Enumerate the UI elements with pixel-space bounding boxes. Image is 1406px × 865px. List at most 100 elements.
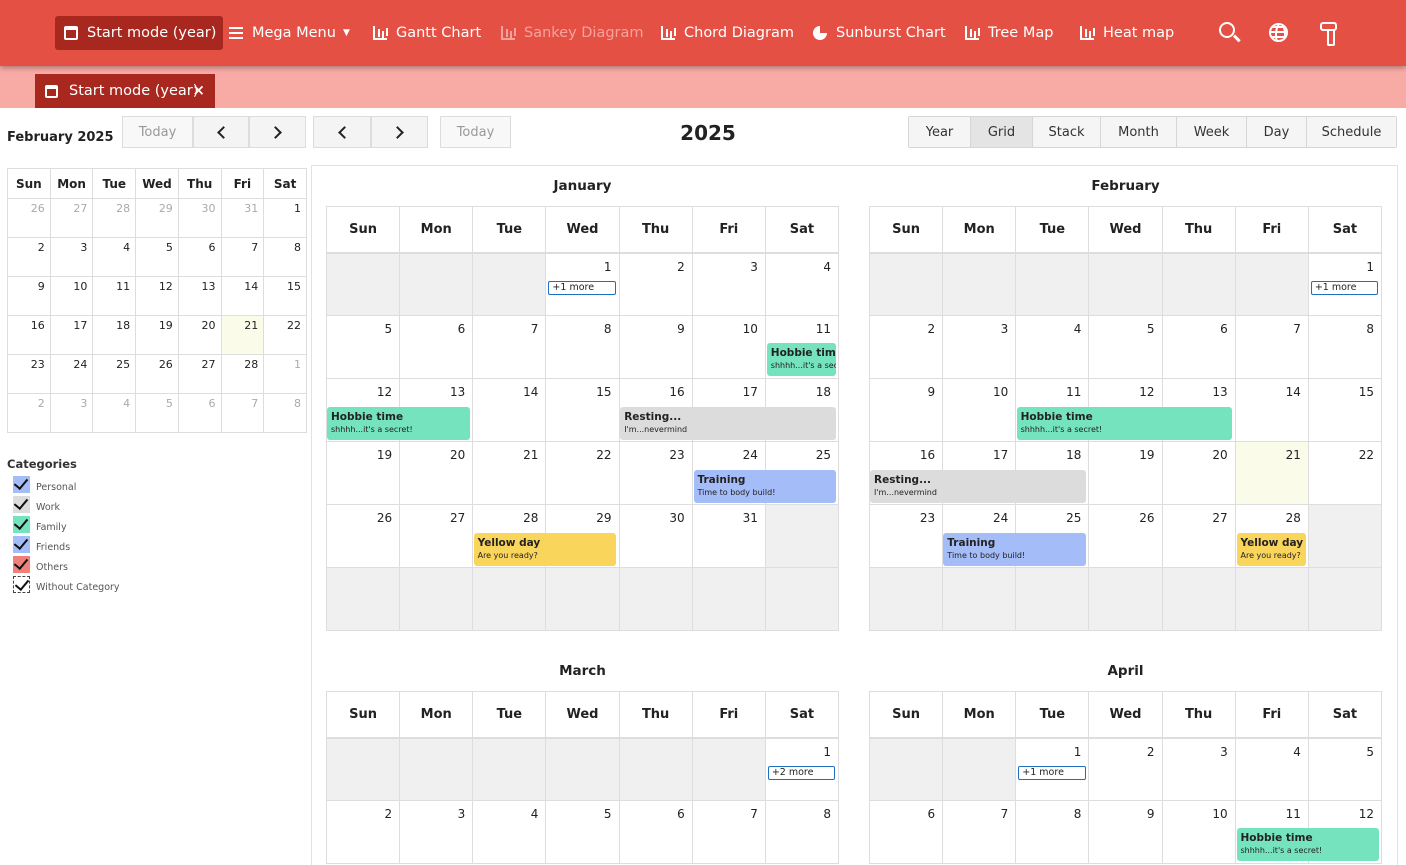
empty-day-cell[interactable]	[325, 737, 401, 801]
day-cell[interactable]: 10	[691, 315, 766, 379]
day-cell[interactable]: 7	[691, 800, 766, 864]
view-year-button[interactable]: Year	[909, 117, 971, 147]
nav-sunburst-chart[interactable]: Sunburst Chart	[813, 16, 946, 50]
mini-day-cell[interactable]: 24	[49, 354, 94, 394]
day-cell[interactable]: 26	[1088, 504, 1163, 568]
empty-day-cell[interactable]	[472, 567, 547, 631]
category-friends[interactable]: Friends	[13, 535, 70, 553]
mini-day-cell[interactable]: 16	[7, 315, 51, 355]
empty-day-cell[interactable]	[1307, 567, 1383, 631]
day-cell[interactable]: 1 +2 more	[764, 737, 840, 801]
mini-prev-button[interactable]	[193, 116, 249, 148]
event-block[interactable]: Hobbie timeshhhh...it's a secret!	[1016, 406, 1233, 440]
mini-day-cell[interactable]: 12	[135, 276, 179, 316]
empty-day-cell[interactable]	[545, 737, 620, 801]
event-block[interactable]: Yellow day Are you ready?	[473, 533, 617, 567]
day-cell[interactable]: 3	[691, 252, 766, 316]
mini-day-cell[interactable]: 25	[92, 354, 137, 394]
mini-day-cell[interactable]: 6	[177, 237, 222, 277]
empty-day-cell[interactable]	[1307, 504, 1383, 568]
tab-start-mode[interactable]: Start mode (year) ×	[35, 74, 215, 108]
day-cell[interactable]: 7	[1234, 315, 1309, 379]
checkbox-checked-icon[interactable]	[13, 496, 30, 513]
mini-day-cell[interactable]: 27	[49, 198, 94, 238]
view-grid-button[interactable]: Grid	[971, 117, 1033, 147]
category-personal[interactable]: Personal	[13, 475, 76, 493]
mini-day-cell[interactable]: 7	[220, 237, 265, 277]
mini-day-cell[interactable]: 3	[49, 393, 94, 433]
empty-day-cell[interactable]	[399, 567, 474, 631]
more-events-button[interactable]: +1 more	[1018, 765, 1086, 780]
empty-day-cell[interactable]	[325, 567, 401, 631]
empty-day-cell[interactable]	[764, 567, 840, 631]
day-cell[interactable]: 23	[618, 441, 693, 505]
day-cell[interactable]: 7	[472, 315, 547, 379]
day-cell[interactable]: 6	[1161, 315, 1236, 379]
day-cell[interactable]: 5	[1307, 737, 1383, 801]
day-cell[interactable]: 8	[1015, 800, 1090, 864]
empty-day-cell[interactable]	[1088, 567, 1163, 631]
empty-day-cell[interactable]	[1015, 252, 1090, 316]
checkbox-checked-icon[interactable]	[13, 556, 30, 573]
mini-today-button[interactable]: Today	[122, 116, 193, 148]
mini-day-cell[interactable]: 8	[263, 393, 307, 433]
day-cell[interactable]: 5	[1088, 315, 1163, 379]
empty-day-cell[interactable]	[399, 252, 474, 316]
empty-day-cell[interactable]	[1234, 252, 1309, 316]
day-cell[interactable]: 6	[618, 800, 693, 864]
category-others[interactable]: Others	[13, 555, 68, 573]
mini-day-cell[interactable]: 29	[135, 198, 179, 238]
mini-day-cell[interactable]: 15	[263, 276, 307, 316]
nav-mega-menu[interactable]: Mega Menu ▼	[229, 16, 350, 50]
mini-day-cell[interactable]: 31	[220, 198, 265, 238]
more-events-button[interactable]: +2 more	[767, 765, 836, 780]
empty-day-cell[interactable]	[472, 737, 547, 801]
day-cell[interactable]: 10	[942, 378, 1017, 442]
day-cell[interactable]: 22	[545, 441, 620, 505]
day-cell[interactable]: 1 +1 more	[1307, 252, 1383, 316]
day-cell[interactable]: 2	[868, 315, 944, 379]
nav-heat-map[interactable]: Heat map	[1080, 16, 1174, 50]
view-month-button[interactable]: Month	[1101, 117, 1177, 147]
next-button[interactable]	[371, 116, 428, 148]
empty-day-cell[interactable]	[618, 737, 693, 801]
mini-day-cell[interactable]: 3	[49, 237, 94, 277]
empty-day-cell[interactable]	[1161, 567, 1236, 631]
day-cell[interactable]: 6	[399, 315, 474, 379]
mini-day-cell[interactable]: 20	[177, 315, 222, 355]
view-stack-button[interactable]: Stack	[1033, 117, 1101, 147]
day-cell[interactable]: 8	[764, 800, 840, 864]
day-cell[interactable]: 7	[942, 800, 1017, 864]
search-button[interactable]	[1217, 20, 1243, 46]
day-cell[interactable]: 2	[1088, 737, 1163, 801]
day-cell[interactable]: 9	[618, 315, 693, 379]
empty-day-cell[interactable]	[472, 252, 547, 316]
nav-gantt-chart[interactable]: Gantt Chart	[373, 16, 481, 50]
mini-day-cell[interactable]: 2	[7, 237, 51, 277]
day-cell[interactable]: 21	[1234, 441, 1309, 505]
view-day-button[interactable]: Day	[1247, 117, 1307, 147]
day-cell[interactable]: 20	[1161, 441, 1236, 505]
nav-chord-diagram[interactable]: Chord Diagram	[661, 16, 794, 50]
day-cell[interactable]: 2	[325, 800, 401, 864]
day-cell[interactable]: 19	[325, 441, 401, 505]
day-cell[interactable]: 6	[868, 800, 944, 864]
category-without-category[interactable]: Without Category	[13, 575, 120, 593]
mini-day-cell[interactable]: 11	[92, 276, 137, 316]
mini-day-cell[interactable]: 21	[220, 315, 265, 355]
mini-day-cell[interactable]: 8	[263, 237, 307, 277]
mini-next-button[interactable]	[249, 116, 306, 148]
empty-day-cell[interactable]	[399, 737, 474, 801]
today-button[interactable]: Today	[440, 116, 511, 148]
event-block[interactable]: Hobbie timeshhhh...it's a secret!	[327, 406, 470, 440]
event-block[interactable]: Hobbie timeshhhh...it's a secret!	[766, 343, 837, 377]
category-family[interactable]: Family	[13, 515, 67, 533]
mini-day-cell[interactable]: 1	[263, 198, 307, 238]
mini-day-cell[interactable]: 17	[49, 315, 94, 355]
event-block[interactable]: Resting... I'm...nevermind	[870, 469, 1086, 503]
event-block[interactable]: Yellow day Are you ready?	[1236, 533, 1306, 567]
checkbox-checked-icon[interactable]	[13, 516, 30, 533]
empty-day-cell[interactable]	[691, 737, 766, 801]
category-work[interactable]: Work	[13, 495, 60, 513]
mini-day-cell[interactable]: 28	[220, 354, 265, 394]
